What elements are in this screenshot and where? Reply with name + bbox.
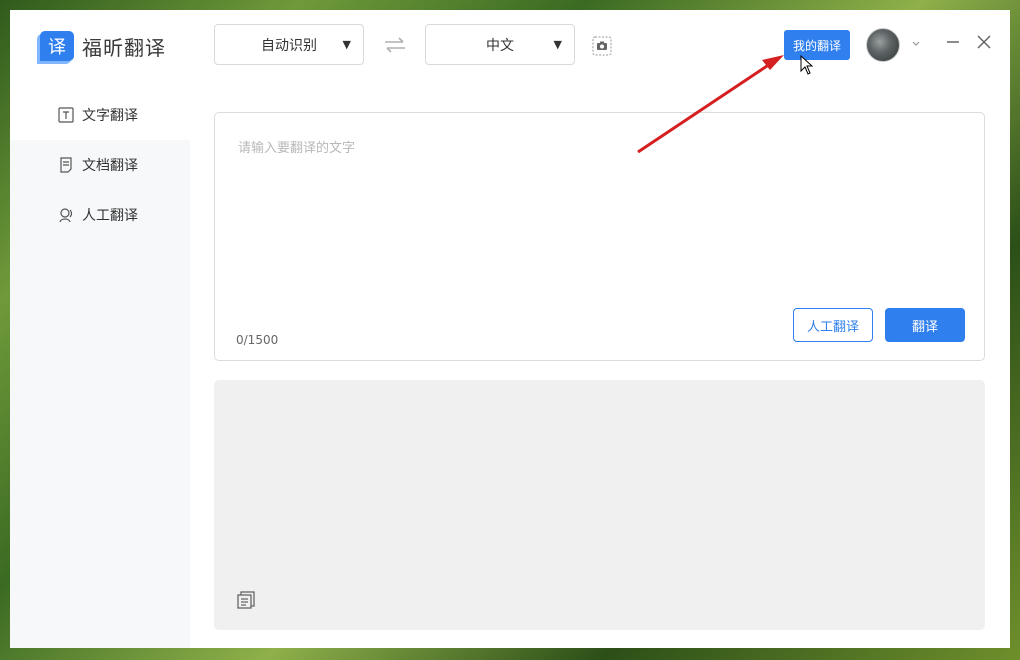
sidebar-item-label: 文档翻译 — [82, 158, 138, 174]
sidebar-item-label: 文字翻译 — [82, 108, 138, 124]
sidebar-item-document-translation[interactable]: 文档翻译 — [10, 140, 190, 190]
sidebar-item-human-translation[interactable]: 人工翻译 — [10, 190, 190, 240]
camera-icon[interactable] — [592, 36, 612, 56]
app-logo: 译 福昕翻译 — [40, 31, 166, 61]
swap-languages-icon[interactable] — [383, 36, 407, 54]
user-avatar[interactable] — [866, 28, 900, 62]
close-icon[interactable] — [976, 34, 992, 50]
target-language-label: 中文 — [486, 37, 514, 54]
app-name: 福昕翻译 — [82, 35, 166, 60]
char-counter: 0/1500 — [236, 333, 279, 347]
my-translation-button[interactable]: 我的翻译 — [784, 30, 850, 60]
title-bar: 译 福昕翻译 自动识别 ▼ 中文 ▼ 我的翻译 — [10, 10, 1010, 80]
caret-down-icon: ▼ — [342, 38, 351, 51]
document-icon — [60, 157, 72, 173]
sidebar-item-text-translation[interactable]: 文字翻译 — [10, 90, 190, 140]
copy-icon[interactable] — [236, 590, 256, 610]
source-language-select[interactable]: 自动识别 ▼ — [214, 24, 364, 65]
logo-badge: 译 — [40, 31, 74, 61]
target-language-select[interactable]: 中文 ▼ — [425, 24, 575, 65]
caret-down-icon: ▼ — [553, 38, 562, 51]
source-language-label: 自动识别 — [261, 37, 317, 54]
human-icon — [59, 208, 73, 223]
translate-button[interactable]: 翻译 — [885, 308, 965, 342]
translation-result-area — [214, 380, 985, 630]
text-icon — [58, 107, 74, 123]
minimize-icon[interactable] — [946, 35, 960, 49]
input-placeholder: 请输入要翻译的文字 — [238, 141, 356, 156]
chevron-down-icon[interactable] — [911, 38, 921, 48]
sidebar: 文字翻译 文档翻译 人工翻译 — [10, 90, 190, 648]
human-translation-button[interactable]: 人工翻译 — [793, 308, 873, 342]
app-window: 译 福昕翻译 自动识别 ▼ 中文 ▼ 我的翻译 文字翻译 文档翻译 人工翻译 请… — [10, 10, 1010, 648]
source-text-area[interactable]: 请输入要翻译的文字 0/1500 人工翻译 翻译 — [214, 112, 985, 361]
mouse-cursor-icon — [800, 55, 814, 75]
sidebar-item-label: 人工翻译 — [82, 208, 138, 224]
